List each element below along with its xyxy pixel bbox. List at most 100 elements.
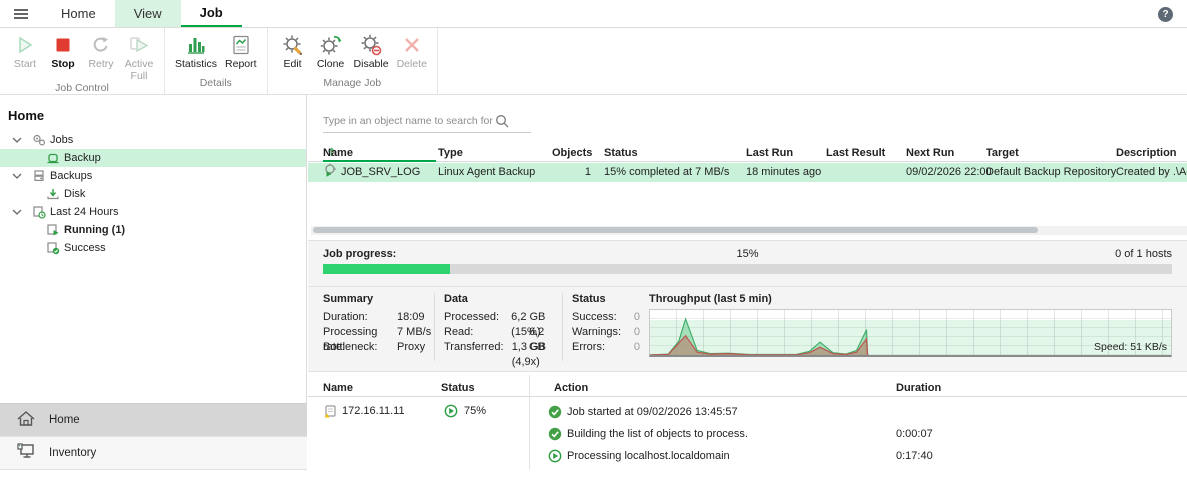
- disable-button[interactable]: Disable: [350, 31, 393, 70]
- job-progress-percent: 15%: [736, 248, 759, 260]
- read-value: 6,2 GB: [528, 326, 545, 353]
- stop-button[interactable]: Stop: [44, 31, 82, 70]
- tree-item-running[interactable]: Running (1): [0, 221, 306, 239]
- chevron-down-icon[interactable]: [10, 137, 24, 144]
- tab-view[interactable]: View: [114, 0, 181, 27]
- duration-label: Duration:: [323, 311, 368, 323]
- column-header-last-run[interactable]: Last Run: [746, 145, 793, 162]
- tree-item-disk[interactable]: Disk: [0, 185, 306, 203]
- nav-item-inventory[interactable]: Inventory: [0, 437, 307, 470]
- divider: [308, 286, 1187, 287]
- application-window: Home View Job ? Start Stop Retry Active …: [0, 0, 1187, 497]
- processed-value: 6,2 GB (15%): [511, 311, 546, 338]
- details-table-header: Name Status Action Duration: [308, 380, 1187, 397]
- retry-button[interactable]: Retry: [82, 31, 120, 70]
- throughput-block: Throughput (last 5 min) Speed: 51 KB/s: [649, 293, 1172, 357]
- delete-icon: [401, 33, 423, 57]
- throughput-title: Throughput (last 5 min): [649, 293, 772, 305]
- column-header-description[interactable]: Description: [1116, 145, 1177, 162]
- throughput-chart: Speed: 51 KB/s: [649, 309, 1172, 357]
- processed-label: Processed:: [444, 311, 500, 323]
- divider: [562, 293, 563, 361]
- statistics-icon: [185, 33, 207, 57]
- active-full-icon: [128, 33, 150, 57]
- bottleneck-label: Bottleneck:: [323, 341, 378, 353]
- column-header-type[interactable]: Type: [438, 145, 463, 162]
- column-header-name[interactable]: Name: [323, 380, 353, 397]
- status-block: Status Success: 0 Warnings: 0 Errors: 0: [572, 293, 644, 355]
- errors-value: 0: [633, 341, 640, 353]
- statistics-button[interactable]: Statistics: [171, 31, 221, 70]
- warnings-label: Warnings:: [572, 326, 622, 338]
- ribbon-group-manage-job: Edit Clone Disable Delete Manage Job: [268, 28, 438, 94]
- ribbon-group-details: Statistics Report Details: [165, 28, 268, 94]
- column-header-status[interactable]: Status: [604, 145, 638, 162]
- read-label: Read:: [444, 326, 474, 338]
- action-text: Processing localhost.localdomain: [567, 450, 730, 462]
- tree-item-backup[interactable]: Backup: [0, 149, 306, 167]
- job-target: Default Backup Repository: [986, 166, 1117, 178]
- success-label: Success:: [572, 311, 617, 323]
- chevron-down-icon[interactable]: [10, 173, 24, 180]
- tab-home-label: Home: [61, 6, 96, 21]
- delete-button[interactable]: Delete: [393, 31, 431, 70]
- start-button[interactable]: Start: [6, 31, 44, 70]
- sidebar-title: Home: [8, 108, 45, 123]
- tree-item-last-24-hours[interactable]: Last 24 Hours: [0, 203, 306, 221]
- running-jobs-icon: [45, 223, 60, 237]
- horizontal-scrollbar[interactable]: [311, 226, 1187, 235]
- backup-job-icon: [45, 151, 60, 165]
- column-header-target[interactable]: Target: [986, 145, 1019, 162]
- nav-item-home[interactable]: Home: [0, 404, 307, 437]
- help-icon[interactable]: ?: [1158, 7, 1173, 22]
- tab-bar: Home View Job ?: [0, 0, 1187, 28]
- action-row[interactable]: Processing localhost.localdomain 0:17:40: [308, 445, 1187, 467]
- edit-button[interactable]: Edit: [274, 31, 312, 70]
- active-full-button[interactable]: Active Full: [120, 31, 158, 82]
- job-name: JOB_SRV_LOG: [341, 166, 421, 178]
- disk-icon: [45, 187, 60, 201]
- clone-button[interactable]: Clone: [312, 31, 350, 70]
- column-header-objects[interactable]: Objects: [552, 145, 592, 162]
- warnings-value: 0: [633, 326, 640, 338]
- running-status-icon: [548, 449, 562, 466]
- summary-title: Summary: [323, 293, 374, 305]
- action-text: Job started at 09/02/2026 13:45:57: [567, 406, 738, 418]
- ribbon-group-label: Job Control: [55, 82, 109, 95]
- inventory-icon: [16, 443, 36, 463]
- job-status: 15% completed at 7 MB/s: [604, 166, 730, 178]
- report-icon: [230, 33, 252, 57]
- tree-item-backups[interactable]: Backups: [0, 167, 306, 185]
- action-duration: 0:17:40: [896, 450, 933, 462]
- column-header-action[interactable]: Action: [554, 380, 588, 397]
- column-header-next-run[interactable]: Next Run: [906, 145, 954, 162]
- tree-item-success[interactable]: Success: [0, 239, 306, 257]
- processing-rate-label: Processing rate:: [323, 326, 378, 353]
- job-row[interactable]: JOB_SRV_LOG Linux Agent Backup 1 15% com…: [308, 163, 1187, 182]
- hamburger-icon: [14, 12, 28, 15]
- edit-gear-icon: [282, 33, 304, 57]
- nav-item-label: Home: [49, 414, 80, 426]
- main-menu-button[interactable]: [0, 0, 42, 27]
- column-header-duration[interactable]: Duration: [896, 380, 941, 397]
- job-last-run: 18 minutes ago: [746, 166, 822, 178]
- column-header-last-result[interactable]: Last Result: [826, 145, 885, 162]
- tree-item-jobs[interactable]: Jobs: [0, 131, 306, 149]
- search-icon[interactable]: [495, 114, 509, 128]
- tab-home[interactable]: Home: [42, 0, 115, 27]
- report-button[interactable]: Report: [221, 31, 261, 70]
- tab-job[interactable]: Job: [180, 0, 242, 27]
- summary-block: Summary Duration: 18:09 Processing rate: 7…: [323, 293, 435, 355]
- success-check-icon: [548, 405, 562, 422]
- action-row[interactable]: Building the list of objects to process.…: [308, 423, 1187, 445]
- action-row[interactable]: Job started at 09/02/2026 13:45:57: [308, 401, 1187, 423]
- last-24-hours-icon: [31, 205, 46, 219]
- chevron-down-icon[interactable]: [10, 209, 24, 216]
- ribbon-group-label: Details: [199, 77, 232, 89]
- scrollbar-thumb[interactable]: [313, 227, 1038, 233]
- search-input[interactable]: Type in an object name to search for: [323, 109, 531, 133]
- data-title: Data: [444, 293, 468, 305]
- jobs-table-header: Name Type Objects Status Last Run Last R…: [308, 145, 1187, 162]
- errors-label: Errors:: [572, 341, 605, 353]
- column-header-status[interactable]: Status: [441, 380, 475, 397]
